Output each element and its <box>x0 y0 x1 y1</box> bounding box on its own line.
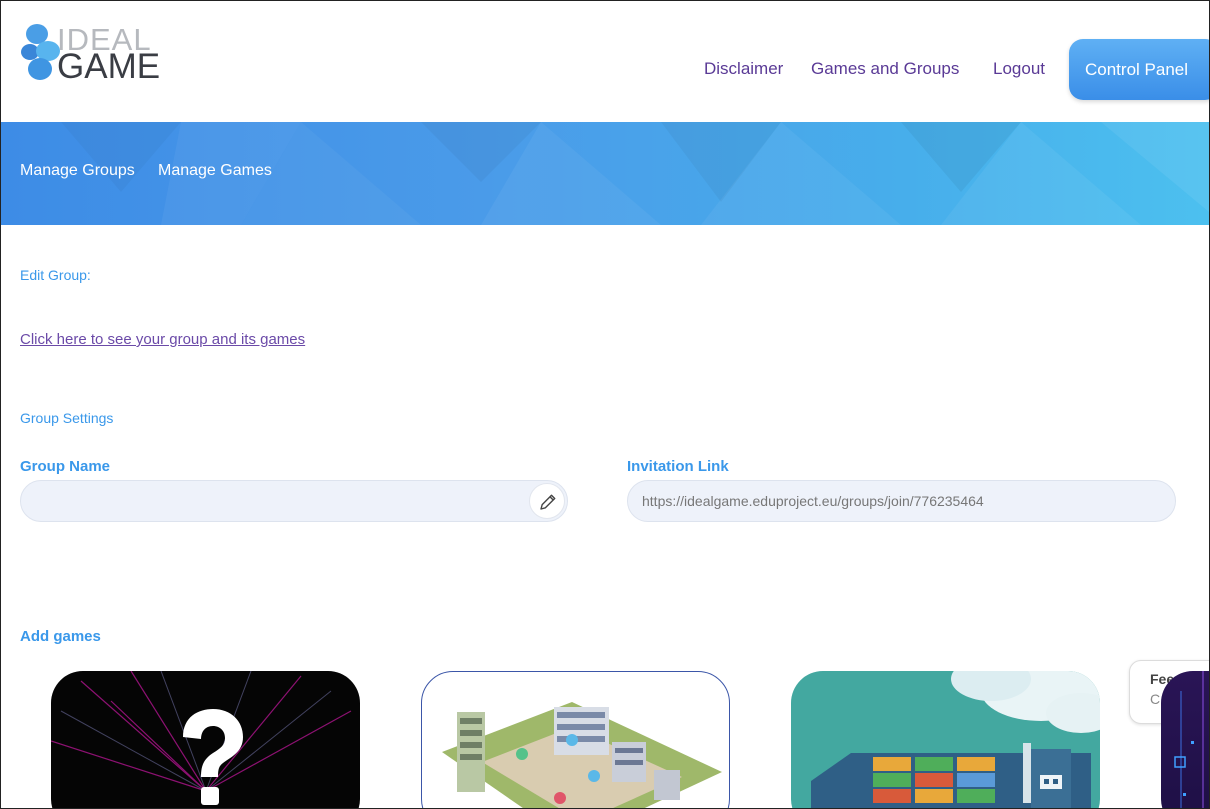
manage-groups-link[interactable]: Manage Groups <box>20 162 135 180</box>
group-name-label: Group Name <box>20 458 111 475</box>
site-logo[interactable]: IDEAL GAME <box>21 19 171 89</box>
nav-games-and-groups-link[interactable]: Games and Groups <box>811 59 959 79</box>
logo-text-game: GAME <box>57 47 161 86</box>
city-game-art <box>442 702 722 808</box>
browser-frame: IDEAL GAME Disclaimer Games and Groups L… <box>0 0 1210 809</box>
invitation-link-label: Invitation Link <box>627 458 729 475</box>
game-card-mystery[interactable] <box>51 671 360 808</box>
site-header: IDEAL GAME Disclaimer Games and Groups L… <box>1 1 1209 122</box>
game-card-partial[interactable] <box>1161 671 1209 808</box>
invitation-link-input[interactable] <box>628 481 1175 521</box>
droplets-logo-icon <box>21 24 60 80</box>
pencil-icon <box>540 494 556 510</box>
group-name-input[interactable] <box>21 481 567 521</box>
invitation-link-field-wrapper <box>627 480 1176 522</box>
game-card-ship[interactable] <box>791 671 1100 808</box>
view-group-link[interactable]: Click here to see your group and its gam… <box>20 331 305 348</box>
edit-group-name-button[interactable] <box>529 483 565 519</box>
ship-game-art <box>811 671 1100 808</box>
nav-disclaimer-link[interactable]: Disclaimer <box>704 59 783 79</box>
add-games-heading: Add games <box>20 628 101 645</box>
subnav-banner: Manage Groups Manage Games <box>1 122 1209 225</box>
game-card-city[interactable] <box>421 671 730 808</box>
question-mark-icon <box>183 709 243 805</box>
nav-logout-link[interactable]: Logout <box>993 59 1045 79</box>
partial-game-art <box>1174 671 1204 808</box>
manage-games-link[interactable]: Manage Games <box>158 162 272 180</box>
feedback-subtitle: C <box>1150 691 1161 707</box>
control-panel-button[interactable]: Control Panel <box>1069 39 1209 100</box>
edit-group-heading: Edit Group: <box>20 267 91 283</box>
group-settings-heading: Group Settings <box>20 410 114 426</box>
group-name-field-wrapper <box>20 480 568 522</box>
